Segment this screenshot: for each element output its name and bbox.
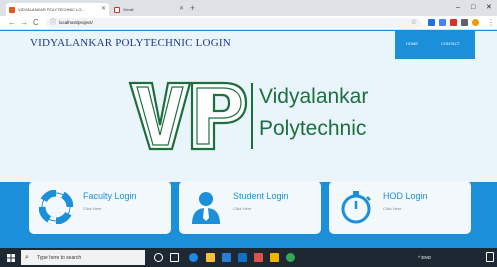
screen: VIDYALANKAR POLYTECHNIC LO... ✕ Gmail ✕ …: [0, 0, 497, 267]
reload-button[interactable]: C: [33, 17, 39, 29]
hod-login-card[interactable]: HOD Login Click Here: [329, 181, 471, 234]
store-icon[interactable]: [222, 253, 231, 262]
lifebuoy-icon: [39, 190, 73, 224]
student-login-card[interactable]: Student Login Click Here: [179, 181, 321, 234]
vp-monogram-icon: [128, 81, 248, 151]
card-title: Student Login: [233, 191, 289, 201]
windows-taskbar: ⌕ Type here to search ^ ENG: [0, 248, 497, 267]
site-favicon-icon: [9, 7, 15, 13]
system-tray[interactable]: ^ ENG: [418, 253, 431, 262]
windows-start-icon[interactable]: [7, 254, 15, 262]
address-bar[interactable]: ⓘ localhost/project/ ☆: [46, 18, 421, 28]
edge-icon[interactable]: [189, 253, 198, 262]
app-icon[interactable]: [254, 253, 263, 262]
person-tie-icon: [192, 192, 220, 224]
gmail-favicon-icon: [114, 7, 120, 13]
tab-gmail[interactable]: Gmail ✕: [111, 3, 187, 16]
card-subtitle[interactable]: Click Here: [83, 206, 101, 211]
faculty-login-card[interactable]: Faculty Login Click Here: [29, 181, 171, 234]
url-text[interactable]: localhost/project/: [59, 18, 93, 28]
tab-vidyalankar[interactable]: VIDYALANKAR POLYTECHNIC LO... ✕: [6, 3, 109, 16]
browser-toolbar: ← → C ⓘ localhost/project/ ☆ ⋮: [0, 16, 497, 30]
taskbar-search[interactable]: ⌕ Type here to search: [21, 250, 145, 265]
logo-divider: [251, 83, 253, 149]
extension-icon[interactable]: [461, 19, 468, 26]
search-icon: ⌕: [25, 254, 29, 261]
browser-menu-icon[interactable]: ⋮: [487, 17, 495, 29]
site-nav: HOME CONTACT: [395, 31, 475, 59]
close-window-button[interactable]: ✕: [486, 2, 492, 14]
notifications-icon[interactable]: [486, 252, 494, 262]
cortana-icon[interactable]: [154, 253, 163, 262]
tab-label: VIDYALANKAR POLYTECHNIC LO...: [18, 7, 85, 12]
extension-icon[interactable]: [450, 19, 457, 26]
nav-home-link[interactable]: HOME: [406, 41, 418, 46]
card-subtitle[interactable]: Click Here: [233, 206, 251, 211]
tab-close-icon[interactable]: ✕: [101, 3, 106, 16]
extension-icon[interactable]: [428, 19, 435, 26]
maximize-button[interactable]: □: [471, 2, 475, 14]
site-title: VIDYALANKAR POLYTECHNIC LOGIN: [30, 37, 231, 49]
profile-avatar-icon[interactable]: [472, 19, 479, 26]
file-explorer-icon[interactable]: [206, 253, 215, 262]
new-tab-button[interactable]: +: [190, 2, 195, 14]
task-view-icon[interactable]: [170, 253, 179, 262]
extension-icon[interactable]: [439, 19, 446, 26]
bookmark-star-icon[interactable]: ☆: [411, 18, 417, 28]
card-title: Faculty Login: [83, 191, 137, 201]
site-info-icon[interactable]: ⓘ: [50, 19, 56, 27]
back-button[interactable]: ←: [8, 17, 16, 29]
search-placeholder[interactable]: Type here to search: [37, 254, 81, 262]
app-icon[interactable]: [270, 253, 279, 262]
nav-contact-link[interactable]: CONTACT: [441, 41, 460, 46]
logo-line-1: Vidyalankar: [259, 85, 369, 108]
card-title: HOD Login: [383, 191, 428, 201]
forward-button[interactable]: →: [20, 17, 28, 29]
logo-line-2: Polytechnic: [259, 117, 367, 140]
mail-icon[interactable]: [238, 253, 247, 262]
chrome-icon[interactable]: [286, 253, 295, 262]
card-subtitle[interactable]: Click Here: [383, 206, 401, 211]
minimize-button[interactable]: –: [456, 2, 460, 14]
vp-logo: Vidyalankar Polytechnic: [128, 79, 378, 179]
stopwatch-icon: [341, 191, 371, 224]
browser-tab-strip: VIDYALANKAR POLYTECHNIC LO... ✕ Gmail ✕ …: [0, 0, 497, 16]
tab-label: Gmail: [123, 7, 134, 12]
tab-close-icon[interactable]: ✕: [179, 3, 184, 16]
